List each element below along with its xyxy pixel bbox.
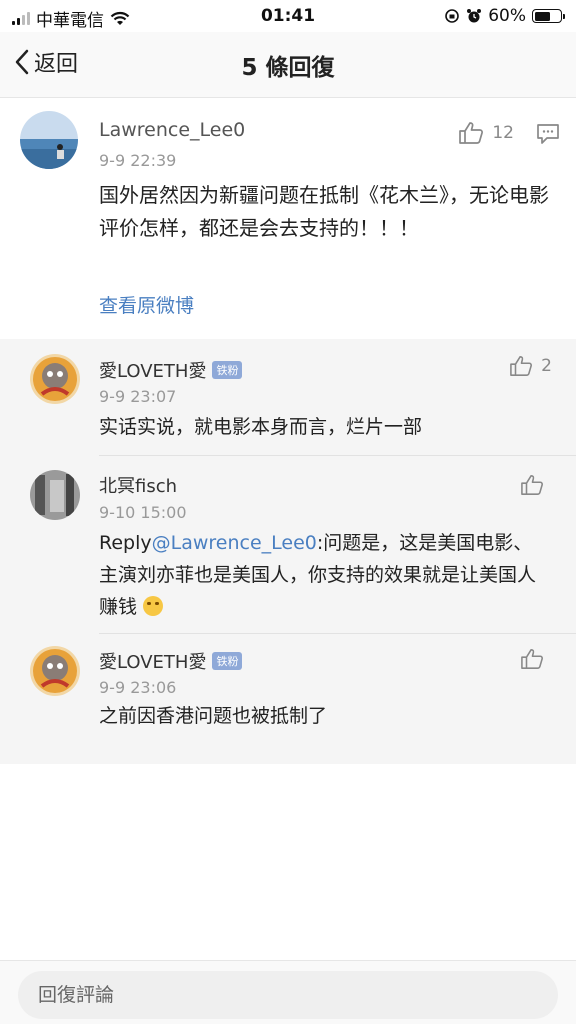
status-bar: 中華電信 01:41 60% [0, 0, 576, 32]
reply-text: 之前因香港问题也被抵制了 [99, 705, 328, 727]
thumbs-up-icon [459, 122, 484, 144]
original-comment: Lawrence_Lee0 9-9 22:39 12 国外居然因为新疆问题在抵制… [0, 99, 576, 339]
battery-icon [532, 9, 565, 23]
bottom-reply-bar [0, 960, 576, 1024]
list-item: 愛LOVETH愛 铁粉 9-9 23:06 之前因香港问题也被抵制了 [0, 634, 576, 764]
timestamp: 9-9 23:07 [99, 387, 177, 406]
username[interactable]: 愛LOVETH愛 铁粉 [99, 648, 243, 674]
username[interactable]: Lawrence_Lee0 [99, 119, 245, 141]
list-item: 北冥fisch 9-10 15:00 Reply@Lawrence_Lee0:问… [0, 456, 576, 634]
like-button[interactable]: 12 [458, 121, 514, 145]
view-original-link[interactable]: 查看原微博 [99, 291, 194, 318]
battery-fill [534, 11, 550, 21]
like-count: 12 [492, 123, 514, 143]
username-text: 愛LOVETH愛 [99, 652, 207, 673]
fan-badge: 铁粉 [212, 652, 243, 670]
avatar[interactable] [30, 354, 80, 404]
username-text: 愛LOVETH愛 [99, 361, 207, 382]
comment-button[interactable] [536, 123, 560, 149]
comment-text: 国外居然因为新疆问题在抵制《花木兰》，无论电影评价怎样，都还是会去支持的！！！ [99, 183, 549, 240]
reply-text: Reply@Lawrence_Lee0:问题是，这是美国电影、主演刘亦菲也是美国… [99, 527, 539, 623]
fan-badge: 铁粉 [212, 361, 243, 379]
alarm-icon [467, 9, 482, 23]
replies-list: 愛LOVETH愛 铁粉 9-9 23:07 2 实话实说，就电影本身而言，烂片一部… [0, 339, 576, 764]
avatar-image [30, 354, 80, 404]
nav-bar: 返回 5 條回復 [0, 32, 576, 98]
reply-text: 实话实说，就电影本身而言，烂片一部 [99, 416, 423, 438]
mention-link[interactable]: @Lawrence_Lee0 [152, 532, 317, 554]
username[interactable]: 北冥fisch [99, 472, 177, 498]
avatar-image [20, 111, 78, 169]
avatar[interactable] [30, 470, 80, 520]
like-button[interactable] [520, 474, 552, 496]
thumbs-up-icon [521, 475, 543, 495]
timestamp: 9-10 15:00 [99, 503, 187, 522]
like-count: 2 [541, 356, 552, 376]
avatar[interactable] [20, 111, 78, 169]
status-right: 60% [444, 6, 565, 26]
page-title: 5 條回復 [241, 55, 335, 81]
thumbs-up-icon [521, 649, 543, 669]
avatar-image [30, 646, 80, 696]
timestamp: 9-9 23:06 [99, 678, 177, 697]
comment-icon [537, 124, 559, 144]
orientation-lock-icon [445, 9, 460, 23]
timestamp: 9-9 22:39 [99, 151, 177, 170]
battery-percent: 60% [488, 6, 526, 26]
username[interactable]: 愛LOVETH愛 铁粉 [99, 357, 243, 383]
list-item: 愛LOVETH愛 铁粉 9-9 23:07 2 实话实说，就电影本身而言，烂片一部 [0, 339, 576, 456]
reply-input[interactable] [18, 971, 558, 1019]
laughing-emoji-icon [143, 596, 164, 616]
thumbs-up-icon [510, 356, 533, 376]
like-button[interactable]: 2 [509, 355, 552, 377]
reply-prefix: Reply [99, 532, 152, 554]
avatar-image [30, 470, 80, 520]
like-button[interactable] [520, 648, 552, 670]
avatar[interactable] [30, 646, 80, 696]
